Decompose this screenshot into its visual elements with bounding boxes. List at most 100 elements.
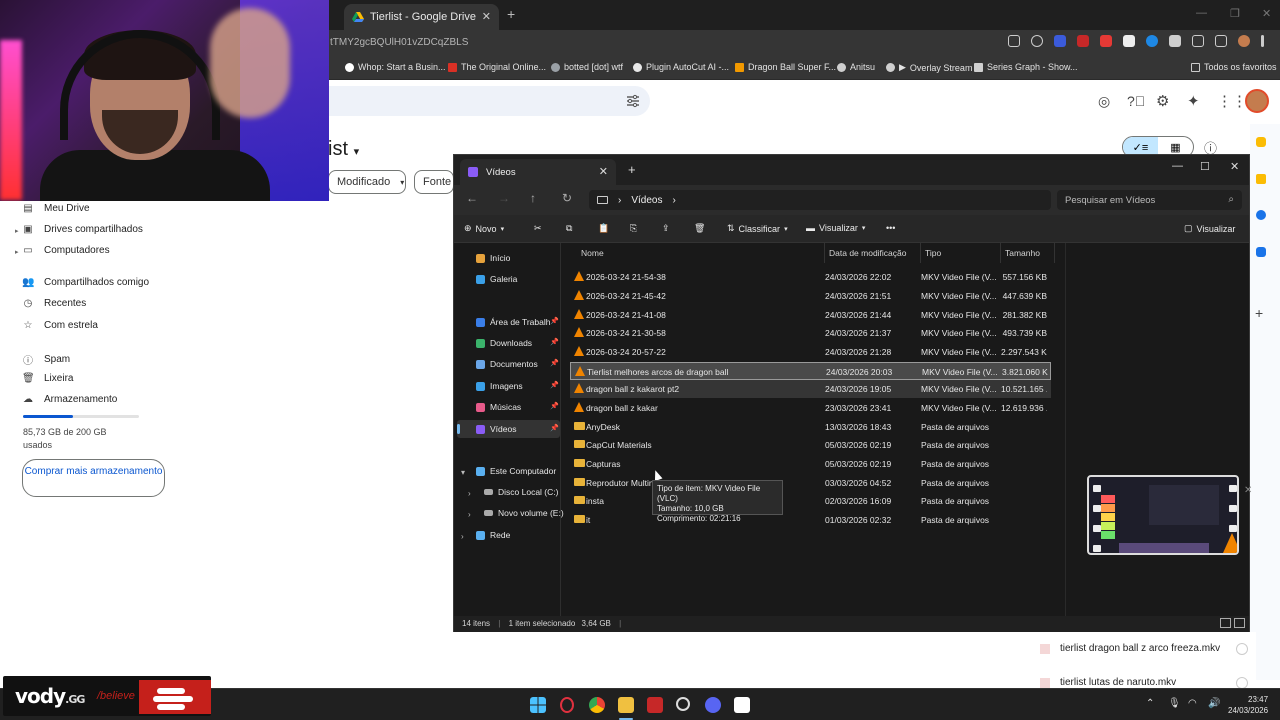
contacts-icon[interactable] xyxy=(1256,247,1266,257)
column-header-type[interactable]: Tipo xyxy=(921,243,1001,263)
puzzle-icon[interactable] xyxy=(1192,35,1204,47)
star-bookmark-icon[interactable] xyxy=(1031,35,1043,47)
extension-icon[interactable] xyxy=(1100,35,1112,47)
tray-chevron-icon[interactable]: ⌃ xyxy=(1146,698,1154,709)
new-tab-button[interactable]: + xyxy=(628,162,636,177)
url-text[interactable]: tTMY2gcBQUlH01vZDCqZBLS xyxy=(330,37,468,48)
profile-icon[interactable] xyxy=(1238,35,1250,47)
extension-icon[interactable] xyxy=(1146,35,1158,47)
refresh-icon[interactable]: ↻ xyxy=(562,191,572,205)
nav-item-gallery[interactable]: Galeria xyxy=(476,274,517,284)
bookmark-item[interactable]: Plugin AutoCut AI -... xyxy=(633,62,729,72)
nav-item-home[interactable]: Início xyxy=(476,253,510,263)
bookmark-item[interactable]: Dragon Ball Super F... xyxy=(735,62,836,72)
expand-arrow-icon[interactable]: ▸ xyxy=(15,227,19,235)
tiles-view-icon[interactable] xyxy=(1234,618,1245,628)
add-addon-icon[interactable]: + xyxy=(1255,305,1263,321)
sidebar-item-starred[interactable]: ☆ Com estrela xyxy=(22,320,98,331)
bookmark-item[interactable]: Series Graph - Show... xyxy=(974,62,1078,72)
nav-item-downloads[interactable]: Downloads 📌 xyxy=(476,338,559,348)
folder-row[interactable]: it 01/03/2026 02:32 Pasta de arquivos xyxy=(570,511,1051,529)
more-options-icon[interactable]: ••• xyxy=(886,223,895,233)
volume-icon[interactable]: 🔊 xyxy=(1208,698,1220,709)
file-row[interactable]: 2026-03-24 20-57-22 24/03/2026 21:28 MKV V… xyxy=(570,343,1051,361)
expand-arrow-icon[interactable]: › xyxy=(461,532,464,541)
sidebar-item-trash[interactable]: 🗑 Lixeira xyxy=(22,373,73,384)
close-tab-icon[interactable]: ✕ xyxy=(599,165,608,178)
file-row[interactable]: Tierlist melhores arcos de dragon ball 24… xyxy=(570,362,1051,380)
collapse-arrow-icon[interactable]: ▾ xyxy=(461,468,465,477)
nav-item-videos[interactable]: Vídeos 📌 xyxy=(476,424,559,434)
up-arrow-icon[interactable]: ↑ xyxy=(530,191,536,205)
sort-button[interactable]: ⇅ Classificar ▾ xyxy=(727,223,788,234)
nav-item-local-disk[interactable]: Disco Local (C:) xyxy=(484,487,558,497)
new-button[interactable]: ⊕ Novo ▾ xyxy=(464,223,504,234)
nav-item-this-pc[interactable]: Este Computador xyxy=(476,466,556,476)
close-window-icon[interactable]: ✕ xyxy=(1230,160,1239,173)
menu-icon[interactable] xyxy=(1261,35,1264,47)
extension-icon[interactable] xyxy=(1054,35,1066,47)
nav-item-network[interactable]: Rede xyxy=(476,530,510,540)
tasks-icon[interactable] xyxy=(1256,210,1266,220)
details-pane-button[interactable]: ▢ Visualizar xyxy=(1184,223,1235,234)
sidebar-item-computers[interactable]: ▭ Computadores xyxy=(22,245,109,256)
microphone-icon[interactable]: 🎙 xyxy=(1168,698,1181,709)
file-explorer-icon[interactable] xyxy=(618,697,634,713)
breadcrumb[interactable]: › Vídeos › xyxy=(589,190,1051,210)
sidebar-item-shared-with-me[interactable]: 👥 Compartilhados comigo xyxy=(22,277,149,288)
folder-row[interactable]: CapCut Materials 05/03/2026 02:19 Pasta de… xyxy=(570,436,1051,454)
forward-arrow-icon[interactable]: → xyxy=(498,191,510,205)
rename-button[interactable]: ⎘ xyxy=(630,223,637,234)
obs-icon[interactable] xyxy=(676,697,690,711)
file-row[interactable]: 2026-03-24 21-41-08 24/03/2026 21:44 MKV V… xyxy=(570,306,1051,324)
file-row[interactable]: 2026-03-24 21-45-42 24/03/2026 21:51 MKV V… xyxy=(570,287,1051,305)
opera-icon[interactable] xyxy=(560,697,574,713)
help-icon[interactable]: ?⃝ xyxy=(1127,93,1145,109)
close-icon[interactable]: ✕ xyxy=(1244,485,1252,496)
column-header-size[interactable]: Tamanho xyxy=(1001,243,1055,263)
minimize-icon[interactable]: — xyxy=(1172,160,1183,172)
bookmark-item[interactable]: Whop: Start a Busin... xyxy=(345,62,446,72)
ready-offline-icon[interactable]: ◎ xyxy=(1098,93,1110,110)
back-arrow-icon[interactable]: ← xyxy=(466,191,478,205)
install-icon[interactable] xyxy=(1008,35,1020,47)
settings-gear-icon[interactable]: ⚙ xyxy=(1156,92,1169,110)
source-filter-chip[interactable]: Fonte xyxy=(414,170,454,194)
capcut-icon[interactable] xyxy=(734,697,750,713)
restore-icon[interactable]: ❐ xyxy=(1230,7,1240,20)
upload-item[interactable]: tierlist lutas de naruto.mkv xyxy=(1040,677,1176,688)
page-title[interactable]: ist ▾ xyxy=(328,138,359,161)
details-view-icon[interactable] xyxy=(1220,618,1231,628)
apps-grid-icon[interactable]: ⋮⋮ xyxy=(1217,92,1247,110)
browser-tab[interactable]: Tierlist - Google Drive ✕ xyxy=(344,4,499,30)
nav-item-pictures[interactable]: Imagens 📌 xyxy=(476,381,559,391)
nav-item-volume-e[interactable]: Novo volume (E:) xyxy=(484,508,564,518)
column-header-name[interactable]: Nome xyxy=(577,243,825,263)
clock[interactable]: 23:47 24/03/2026 xyxy=(1228,694,1268,716)
column-header-modified[interactable]: Data de modificação xyxy=(825,243,921,263)
nav-item-documents[interactable]: Documentos 📌 xyxy=(476,359,559,369)
bookmark-item[interactable]: The Original Online... xyxy=(448,62,546,72)
maximize-icon[interactable]: ☐ xyxy=(1200,160,1210,173)
all-bookmarks-item[interactable]: Todos os favoritos xyxy=(1191,62,1277,72)
copy-button[interactable]: ⧉ xyxy=(566,223,572,234)
sidebar-item-storage[interactable]: ☁ Armazenamento xyxy=(22,394,117,405)
wifi-icon[interactable]: ◠ xyxy=(1188,698,1197,709)
file-row[interactable]: 2026-03-24 21-30-58 24/03/2026 21:37 MKV V… xyxy=(570,324,1051,342)
expand-arrow-icon[interactable]: › xyxy=(468,489,471,498)
extension-icon[interactable] xyxy=(1077,35,1089,47)
bookmark-item[interactable]: ▶ Overlay Stream xyxy=(886,62,972,73)
account-avatar[interactable] xyxy=(1245,89,1269,113)
sidebar-item-my-drive[interactable]: ▤ Meu Drive xyxy=(22,203,89,214)
extension-icon[interactable] xyxy=(1123,35,1135,47)
close-tab-icon[interactable]: ✕ xyxy=(482,10,491,23)
sidebar-item-recent[interactable]: ◷ Recentes xyxy=(22,298,87,309)
minimize-icon[interactable]: — xyxy=(1196,7,1207,19)
paste-button[interactable]: 📋 xyxy=(598,223,609,234)
search-filter-icon[interactable] xyxy=(626,94,640,108)
calendar-icon[interactable] xyxy=(1256,137,1266,147)
gemini-icon[interactable]: ✦ xyxy=(1187,92,1200,110)
explorer-tab[interactable]: Vídeos ✕ xyxy=(460,159,616,185)
upload-item[interactable]: tierlist dragon ball z arco freeza.mkv xyxy=(1040,643,1220,654)
buy-storage-button[interactable]: Comprar mais armazenamento xyxy=(22,459,165,497)
